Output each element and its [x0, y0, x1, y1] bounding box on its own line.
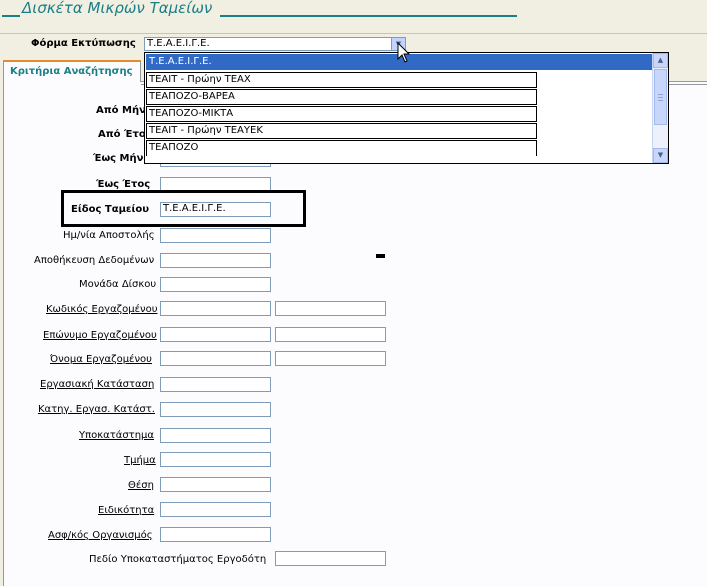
data-storage-label: Αποθήκευση Δεδομένων [34, 255, 155, 266]
title-bar: Δισκέτα Μικρών Ταμείων [0, 0, 707, 34]
insurance-org-field[interactable] [160, 527, 271, 542]
tab-search-criteria[interactable]: Κριτήρια Αναζήτησης [3, 60, 141, 82]
title-separator [0, 33, 707, 34]
employee-surname-to-field[interactable] [275, 327, 386, 342]
grip-line [658, 94, 663, 95]
scroll-down-button[interactable]: ▼ [653, 148, 668, 163]
employment-status-category-label[interactable]: Κατηγ. Εργασ. Κατάστ. [38, 404, 155, 415]
employee-code-to-field[interactable] [275, 301, 386, 316]
from-year-label: Από Έτο [98, 129, 146, 140]
title-decoration-left [2, 15, 20, 17]
arrow-up-icon: ▲ [657, 56, 664, 64]
insurance-org-label[interactable]: Ασφ/κός Οργανισμός [48, 530, 153, 541]
print-form-select[interactable]: Τ.Ε.Α.Ε.Ι.Γ.Ε. ▼ [144, 37, 406, 51]
page-title: Δισκέτα Μικρών Ταμείων [22, 0, 213, 17]
employee-surname-from-field[interactable] [160, 327, 271, 342]
tab-search-criteria-label: Κριτήρια Αναζήτησης [10, 66, 133, 77]
to-year-label: Έως Έτος [96, 179, 151, 190]
disk-unit-label: Μονάδα Δίσκου [79, 279, 157, 290]
dropdown-option[interactable]: ΤΕΑΙΤ - Πρώην ΤΕΑΥΕΚ [146, 123, 537, 139]
from-month-label: Από Μήν [96, 105, 146, 116]
employee-name-label[interactable]: Όνομα Εργαζομένου [50, 354, 152, 365]
black-marker [376, 254, 385, 258]
scroll-up-button[interactable]: ▲ [653, 53, 668, 68]
dropdown-scrollbar[interactable]: ▲ ▼ [652, 53, 668, 163]
disk-unit-field[interactable] [160, 277, 271, 292]
send-date-field[interactable] [160, 228, 271, 243]
print-form-label: Φόρμα Εκτύπωσης [31, 38, 136, 49]
position-field[interactable] [160, 477, 271, 492]
branch-field[interactable] [160, 428, 271, 443]
position-label[interactable]: Θέση [128, 480, 154, 491]
grip-line [658, 100, 663, 101]
print-form-dropdown-list[interactable]: Τ.Ε.Α.Ε.Ι.Γ.Ε. ΤΕΑΙΤ - Πρώην ΤΕΑΧ ΤΕΑΠΟΖ… [144, 52, 669, 164]
employee-code-from-field[interactable] [160, 301, 271, 316]
print-form-value: Τ.Ε.Α.Ε.Ι.Γ.Ε. [147, 38, 210, 49]
send-date-label: Ημ/νία Αποστολής [63, 230, 155, 241]
employee-surname-label[interactable]: Επώνυμο Εργαζομένου [43, 330, 157, 341]
data-storage-field[interactable] [160, 253, 271, 268]
highlight-annotation-box [61, 190, 306, 227]
department-label[interactable]: Τμήμα [124, 455, 156, 466]
grip-line [658, 97, 663, 98]
specialty-label[interactable]: Ειδικότητα [98, 505, 154, 516]
employer-branch-field-label: Πεδίο Υποκαταστήματος Εργοδότη [89, 554, 267, 565]
scroll-thumb[interactable] [654, 69, 667, 125]
employee-code-label[interactable]: Κωδικός Εργαζομένου [46, 304, 157, 315]
arrow-down-icon: ▼ [657, 151, 664, 159]
employee-name-to-field[interactable] [275, 351, 386, 366]
dropdown-option[interactable]: ΤΕΑΠΟΖΟ-ΒΑΡΕΑ [146, 89, 537, 105]
department-field[interactable] [160, 452, 271, 467]
mouse-pointer-icon [397, 42, 411, 63]
dropdown-option[interactable]: ΤΕΑΠΟΖΟ [146, 140, 537, 156]
dropdown-option[interactable]: ΤΕΑΙΤ - Πρώην ΤΕΑΧ [146, 72, 537, 88]
employee-name-from-field[interactable] [160, 351, 271, 366]
employer-branch-field-input[interactable] [275, 551, 386, 566]
branch-label[interactable]: Υποκατάστημα [79, 430, 154, 441]
specialty-field[interactable] [160, 502, 271, 517]
dropdown-option[interactable]: ΤΕΑΠΟΖΟ-ΜΙΚΤΑ [146, 106, 537, 122]
employment-status-label[interactable]: Εργασιακή Κατάσταση [40, 379, 154, 390]
to-month-label: Έως Μήν [93, 153, 144, 164]
employment-status-category-field[interactable] [160, 402, 271, 417]
employment-status-field[interactable] [160, 377, 271, 392]
title-decoration-right [220, 15, 517, 17]
